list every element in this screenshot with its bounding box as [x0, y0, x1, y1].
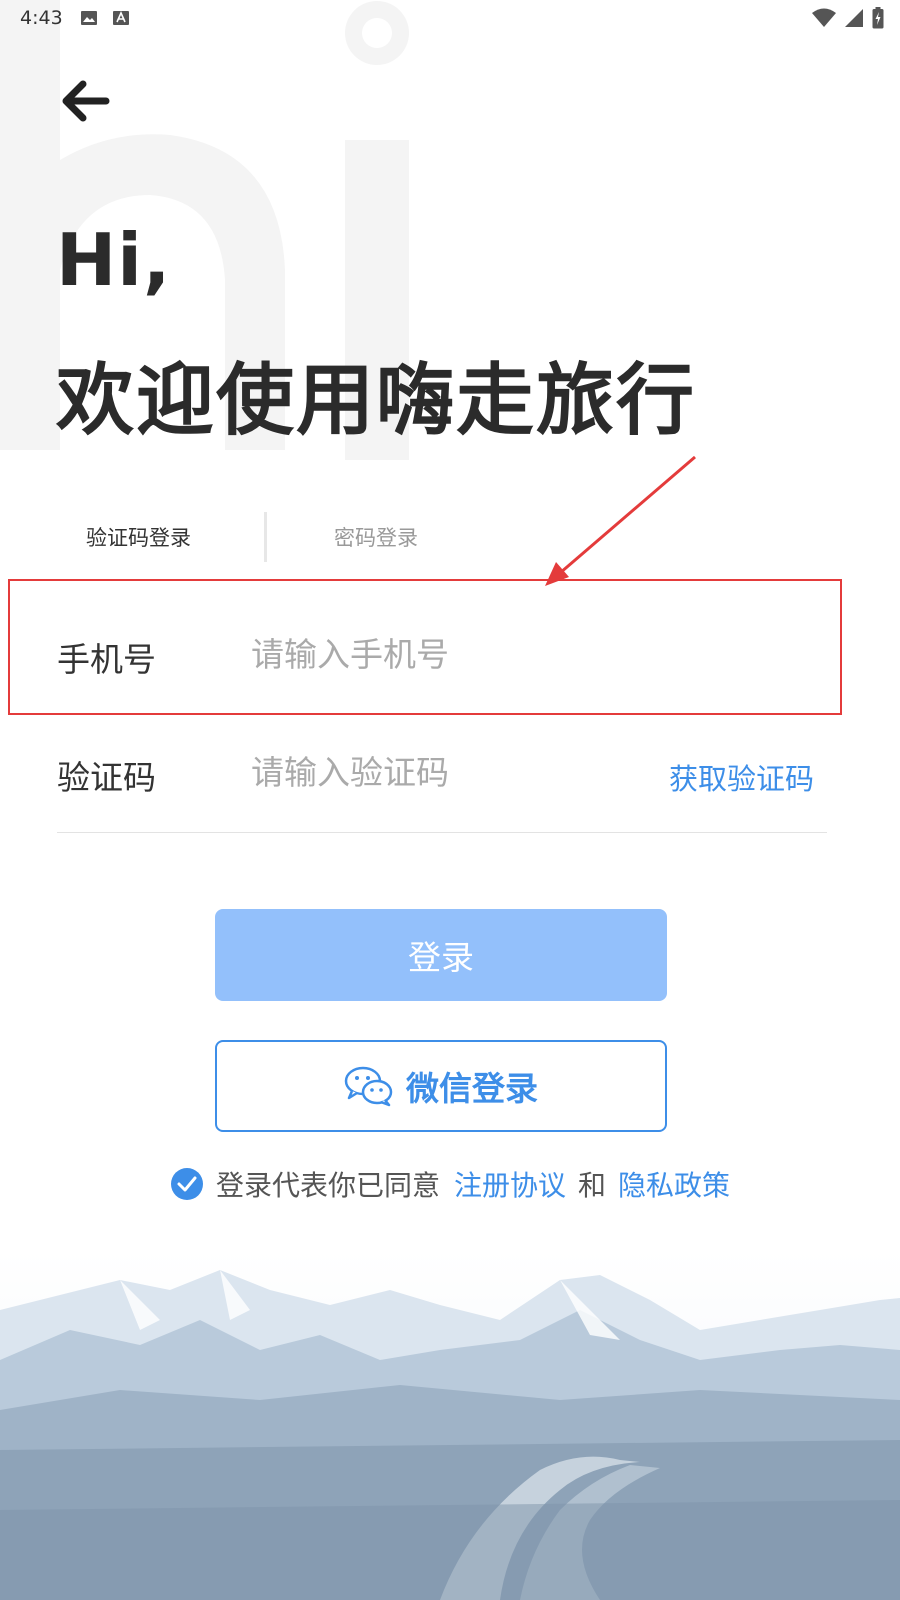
greeting-welcome: 欢迎使用嗨走旅行: [56, 356, 697, 446]
wifi-icon: [812, 8, 836, 27]
field-divider: [57, 832, 827, 833]
code-label: 验证码: [57, 758, 156, 797]
agreement-checkbox[interactable]: [170, 1167, 204, 1201]
agreement-and: 和: [578, 1169, 607, 1202]
greeting-hi: Hi,: [56, 218, 172, 302]
login-button[interactable]: 登录: [215, 909, 667, 1001]
battery-icon: [872, 7, 884, 29]
tab-code-login[interactable]: 验证码登录: [86, 522, 191, 552]
get-code-link[interactable]: 获取验证码: [669, 756, 814, 798]
privacy-link[interactable]: 隐私政策: [618, 1164, 730, 1204]
agreement-prefix: 登录代表你已同意: [216, 1169, 441, 1202]
gallery-icon: [81, 11, 97, 25]
wechat-icon: [344, 1066, 393, 1107]
code-input[interactable]: [251, 748, 631, 796]
signal-icon: [845, 9, 863, 27]
back-button[interactable]: [58, 76, 112, 126]
agreement-row: 登录代表你已同意 注册协议 和 隐私政策: [170, 1164, 730, 1204]
font-a-icon: [113, 11, 129, 25]
tab-password-login[interactable]: 密码登录: [334, 522, 418, 552]
arrow-left-icon: [62, 80, 110, 122]
tab-divider: [264, 512, 267, 562]
landscape-illustration: [0, 1250, 900, 1600]
wechat-login-button[interactable]: 微信登录: [215, 1040, 667, 1132]
status-time: 4:43: [20, 7, 63, 29]
wechat-login-label: 微信登录: [406, 1069, 538, 1108]
terms-link[interactable]: 注册协议: [454, 1164, 566, 1204]
annotation-highlight-box: [8, 579, 842, 715]
status-bar: 4:43: [0, 0, 900, 36]
